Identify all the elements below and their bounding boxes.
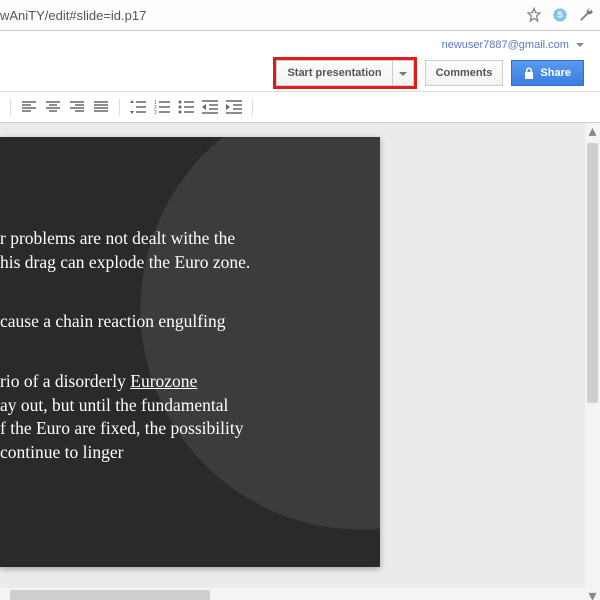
align-justify-button[interactable] (91, 97, 111, 117)
account-email[interactable]: newuser7887@gmail.com (442, 39, 584, 51)
app-header: newuser7887@gmail.com Start presentation… (0, 31, 600, 92)
horizontal-scrollbar[interactable] (0, 588, 585, 600)
url-text[interactable]: wAniTY/edit#slide=id.p17 (0, 8, 146, 23)
bookmark-star-icon[interactable] (526, 7, 542, 23)
lock-icon (524, 67, 534, 79)
slide-workspace: r problems are not dealt withe the his d… (0, 123, 600, 600)
slide-content: r problems are not dealt withe the his d… (0, 137, 380, 567)
share-label: Share (540, 67, 571, 79)
slide-text: his drag can explode the Euro zone. (0, 252, 250, 272)
start-presentation-button[interactable]: Start presentation (276, 60, 391, 86)
slide-text: rio of a disorderly (0, 371, 130, 391)
align-right-button[interactable] (67, 97, 87, 117)
scroll-up-arrow-icon[interactable]: ▴ (585, 123, 600, 138)
slide-text: cause a chain reaction engulfing (0, 311, 225, 331)
scroll-down-arrow-icon[interactable]: ▾ (585, 588, 600, 600)
start-presentation-group: Start presentation (273, 57, 416, 89)
account-email-text: newuser7887@gmail.com (442, 39, 569, 51)
toolbar-divider (252, 99, 253, 115)
bulleted-list-button[interactable] (176, 97, 196, 117)
account-dropdown-caret-icon (576, 43, 584, 47)
align-left-button[interactable] (19, 97, 39, 117)
slide-paragraph: r problems are not dealt withe the his d… (0, 227, 360, 274)
toolbar-divider (10, 99, 11, 115)
start-presentation-dropdown-button[interactable] (392, 60, 414, 86)
align-center-button[interactable] (43, 97, 63, 117)
slide-text-underlined: Eurozone (130, 371, 197, 391)
slide-text: ay out, but until the fundamental (0, 395, 228, 415)
slide-text: r problems are not dealt withe the (0, 228, 235, 248)
slide-paragraph: rio of a disorderly Eurozone ay out, but… (0, 370, 360, 465)
vertical-scroll-thumb[interactable] (587, 143, 598, 403)
comments-button[interactable]: Comments (425, 60, 504, 86)
wrench-icon[interactable] (578, 7, 594, 23)
formatting-toolbar: 123 (0, 92, 600, 123)
slide-paragraph: cause a chain reaction engulfing (0, 310, 360, 334)
slide-text: continue to linger (0, 442, 123, 462)
vertical-scrollbar[interactable]: ▴ ▾ (585, 123, 600, 600)
toolbar-divider (119, 99, 120, 115)
horizontal-scroll-thumb[interactable] (10, 590, 210, 600)
chevron-down-icon (399, 72, 407, 76)
skype-icon[interactable]: S (552, 7, 568, 23)
decrease-indent-button[interactable] (200, 97, 220, 117)
numbered-list-button[interactable]: 123 (152, 97, 172, 117)
share-button[interactable]: Share (511, 60, 584, 86)
svg-text:3: 3 (154, 110, 157, 114)
svg-text:S: S (557, 11, 563, 20)
slide-text: f the Euro are fixed, the possibility (0, 418, 243, 438)
slide-canvas[interactable]: r problems are not dealt withe the his d… (0, 137, 380, 567)
increase-indent-button[interactable] (224, 97, 244, 117)
browser-address-bar: wAniTY/edit#slide=id.p17 S (0, 0, 600, 31)
line-spacing-button[interactable] (128, 97, 148, 117)
